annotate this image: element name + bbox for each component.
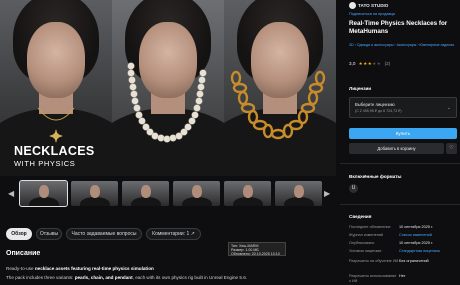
product-rating[interactable]: 3,0 ★★★★★ (2) (349, 61, 390, 68)
thumbnail-strip: ◀ ▶ (0, 178, 336, 208)
detail-row-last-updated: Последнее обновление 10 сентября 2025 г. (349, 225, 457, 232)
seller-name[interactable]: TATO STUDIO (358, 3, 388, 8)
gallery-title: NECKLACES (14, 144, 95, 158)
detail-row-ai-training: Разрешено ли обучение ИИ Без ограничений (349, 259, 457, 266)
product-sidebar: TATO STUDIO Подписаться на продавца Real… (340, 0, 460, 285)
thumbnail-3[interactable] (122, 181, 169, 206)
thumbnail-5[interactable] (224, 181, 271, 206)
star-rating-icon: ★★★★★ (358, 61, 382, 66)
tab-faq[interactable]: Часто задаваемые вопросы (66, 228, 142, 240)
license-heading: Лицензии (349, 86, 372, 91)
detail-value: 10 сентября 2025 г. (399, 225, 434, 229)
tab-comments-label: Комментарии: 1 (152, 231, 190, 237)
details-heading: Сведения (349, 214, 372, 219)
follow-seller-link[interactable]: Подписаться на продавца (349, 12, 395, 16)
detail-row-license: Условия лицензии Стандартная лицензия (349, 249, 457, 256)
detail-key: Условия лицензии (349, 249, 382, 253)
file-tooltip: Тип: Хеш-MARM Размер: 1.00 МБ Обновлено:… (228, 242, 286, 256)
product-title: Real-Time Physics Necklaces for MetaHuma… (349, 20, 448, 35)
detail-key: Разрешено использование с ИИ (349, 274, 397, 283)
license-price-range: (С 2 495,95 ₽ до 6 724,73 ₽) (355, 109, 402, 113)
detail-row-published: Опубликовано 10 сентября 2025 г. (349, 241, 457, 248)
product-gallery[interactable]: NECKLACES WITH PHYSICS (0, 0, 336, 176)
detail-row-changelog: Журнал изменений Список изменений (349, 233, 457, 240)
license-select[interactable]: Выберите лицензию (С 2 495,95 ₽ до 6 724… (349, 97, 457, 118)
external-link-icon: ↗ (190, 231, 195, 237)
add-to-cart-button[interactable]: Добавить в корзину (349, 143, 444, 154)
chevron-down-icon: ⌄ (446, 105, 451, 111)
detail-row-ai-usage: Разрешено использование с ИИ Нет (349, 274, 457, 283)
detail-key: Журнал изменений (349, 233, 384, 237)
tooltip-line: Обновлено: 20.10.2025 10:10 (231, 252, 280, 257)
breadcrumb[interactable]: 3D › Одежда и аксессуары › Аксессуары › … (349, 43, 459, 48)
detail-value: 10 сентября 2025 г. (399, 241, 434, 245)
detail-key: Опубликовано (349, 241, 375, 245)
changelog-link[interactable]: Список изменений (399, 233, 457, 238)
thumbnail-1[interactable] (19, 180, 68, 207)
heart-icon[interactable]: ♡ (446, 143, 457, 154)
detail-value: Без ограничений (399, 259, 429, 263)
description-text: , each with its own physics rig built in… (132, 275, 248, 280)
seller-avatar[interactable] (349, 2, 356, 9)
chevron-right-icon[interactable]: ▶ (324, 189, 330, 198)
tab-overview[interactable]: Обзор (6, 228, 32, 240)
rating-value: 3,0 (349, 61, 356, 66)
buy-button[interactable]: Купить (349, 128, 457, 139)
description-line: The pack includes three variants: pearls… (6, 275, 247, 280)
tab-reviews[interactable]: Отзывы (36, 228, 62, 240)
license-placeholder: Выберите лицензию (355, 102, 395, 107)
description-bold: pearls, chain, and pendant (74, 275, 133, 280)
description-line: Ready-to-use necklace assets featuring r… (6, 266, 154, 271)
unreal-engine-icon: U (349, 184, 358, 193)
description-heading: Описание (6, 250, 41, 257)
license-terms-link[interactable]: Стандартная лицензия (399, 249, 457, 254)
tab-comments[interactable]: Комментарии: 1 ↗ (146, 228, 201, 240)
detail-value: Нет (399, 274, 406, 278)
description-bold: necklace assets featuring real-time phys… (34, 266, 154, 271)
formats-heading: Включённые форматы (349, 174, 402, 179)
divider (340, 163, 460, 164)
description-text: Ready-to-use (6, 266, 35, 271)
review-count: (2) (384, 61, 391, 66)
detail-key: Разрешено ли обучение ИИ (349, 259, 399, 263)
divider (340, 204, 460, 205)
thumbnail-4[interactable] (173, 181, 220, 206)
detail-key: Последнее обновление (349, 225, 391, 229)
gallery-subtitle: WITH PHYSICS (14, 159, 76, 168)
description-text: The pack includes three variants: (6, 275, 75, 280)
thumbnail-6[interactable] (275, 181, 322, 206)
thumbnail-2[interactable] (71, 181, 118, 206)
chevron-left-icon[interactable]: ◀ (8, 189, 14, 198)
